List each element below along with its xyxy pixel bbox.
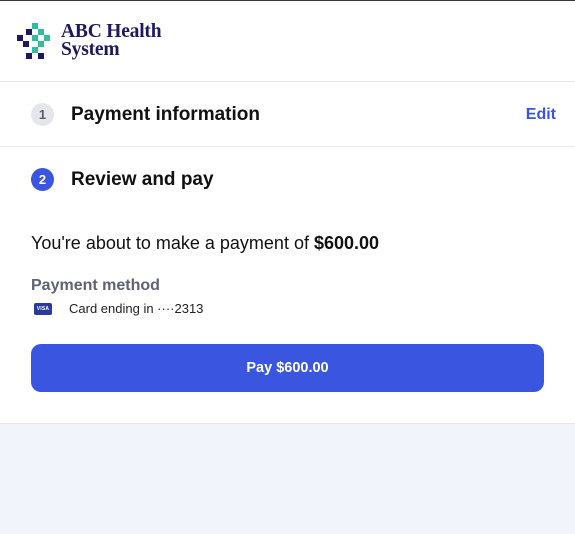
payment-summary: You're about to make a payment of $600.0… [31, 233, 379, 254]
step-payment-information: 1 Payment information Edit [0, 82, 575, 147]
step-review-and-pay: 2 Review and pay [0, 147, 575, 212]
header: ABC Health System [0, 1, 575, 82]
payment-method-row: VISA Card ending in ····2313 [34, 301, 203, 316]
edit-link[interactable]: Edit [526, 106, 556, 124]
payment-method-label: Payment method [31, 277, 160, 294]
step-title: Payment information [71, 104, 260, 125]
step-number-badge: 1 [31, 103, 54, 126]
brand-logo: ABC Health System [17, 22, 162, 60]
pay-button[interactable]: Pay $600.00 [31, 344, 544, 392]
health-cross-icon [17, 23, 53, 59]
step-number-badge: 2 [31, 168, 54, 191]
card-ending-text: Card ending in ····2313 [69, 301, 204, 316]
payment-card: ABC Health System 1 Payment information … [0, 0, 575, 424]
brand-name-line2: System [61, 39, 120, 60]
summary-text: You're about to make a payment of [31, 233, 314, 253]
brand-name: ABC Health System [61, 22, 162, 60]
payment-amount: $600.00 [313, 233, 380, 253]
visa-card-icon: VISA [34, 302, 52, 315]
step-title: Review and pay [71, 169, 214, 190]
